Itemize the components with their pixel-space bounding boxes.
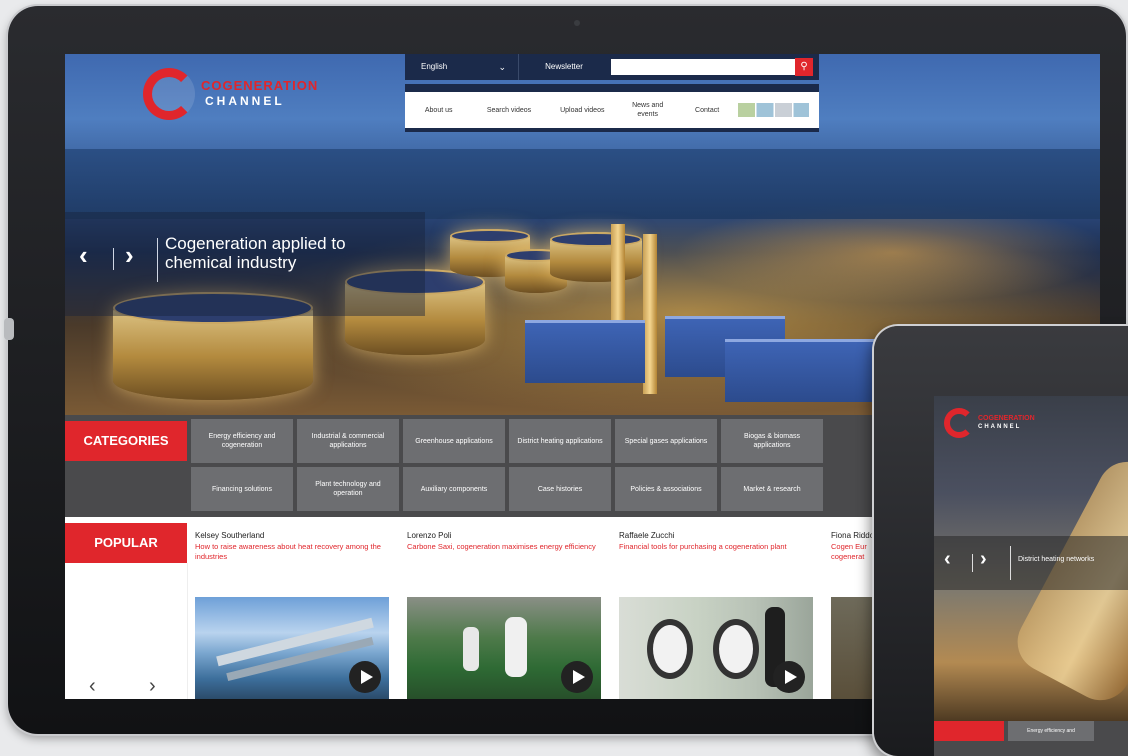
slider-divider <box>157 238 158 282</box>
hero-tank <box>550 232 642 282</box>
tablet-slide-title[interactable]: District heating networks <box>1018 556 1094 563</box>
partner-logo[interactable] <box>737 103 809 117</box>
category-tile[interactable]: Greenhouse applications <box>403 419 505 463</box>
search-icon[interactable]: ⚲ <box>795 58 813 76</box>
logo-c-icon <box>944 408 974 438</box>
popular-prev-icon[interactable]: ‹ <box>89 675 96 698</box>
category-tile[interactable]: Plant technology and operation <box>297 467 399 511</box>
tablet-slider-caption: ‹ › District heating networks <box>934 536 1128 590</box>
top-utility-bar: English ⌄ Newsletter ⚲ <box>405 54 819 80</box>
device-side-button <box>4 318 14 340</box>
nav-search-videos[interactable]: Search videos <box>472 106 545 115</box>
nav-news-and-events[interactable]: News and events <box>619 101 676 119</box>
popular-item[interactable]: Kelsey Southerland How to raise awarenes… <box>195 531 391 562</box>
tablet-categories: Energy efficiency and <box>934 721 1128 756</box>
category-tile[interactable]: Financing solutions <box>191 467 293 511</box>
logo-text-top: COGENERATION <box>201 78 319 93</box>
play-icon[interactable] <box>349 661 381 693</box>
popular-author: Kelsey Southerland <box>195 531 265 540</box>
thumbnail-worker <box>505 617 527 677</box>
category-tile[interactable]: Industrial & commercial applications <box>297 419 399 463</box>
category-tile[interactable]: Biogas & biomass applications <box>721 419 823 463</box>
popular-title[interactable]: Carbone Saxi, cogeneration maximises ene… <box>407 542 603 552</box>
nav-upload-videos[interactable]: Upload videos <box>546 106 619 115</box>
category-tile[interactable]: Energy efficiency and cogeneration <box>191 419 293 463</box>
slider-divider <box>1010 546 1011 580</box>
language-label: English <box>421 62 448 71</box>
slider-divider <box>113 248 114 270</box>
site-logo[interactable]: COGENERATION CHANNEL <box>143 68 317 128</box>
popular-nav: ‹ › <box>65 563 188 699</box>
tablet-device-frame: COGENERATION CHANNEL ‹ › District heatin… <box>874 326 1128 756</box>
popular-label: POPULAR <box>65 523 187 563</box>
tablet-logo-text-bottom: CHANNEL <box>978 424 1022 430</box>
slide-title[interactable]: Cogeneration applied to chemical industr… <box>165 234 365 272</box>
category-tile[interactable]: District heating applications <box>509 419 611 463</box>
popular-item[interactable]: Lorenzo Poli Carbone Saxi, cogeneration … <box>407 531 603 552</box>
category-tile[interactable]: Market & research <box>721 467 823 511</box>
play-icon[interactable] <box>561 661 593 693</box>
tablet-categories-label <box>934 721 1004 741</box>
video-thumbnail[interactable] <box>619 597 813 699</box>
popular-title[interactable]: Financial tools for purchasing a cogener… <box>619 542 815 552</box>
thumbnail-engine <box>647 619 693 679</box>
category-tile[interactable]: Energy efficiency and <box>1008 721 1094 741</box>
language-select[interactable]: English ⌄ <box>405 54 519 80</box>
slider-prev-icon[interactable]: ‹ <box>79 240 88 271</box>
slider-divider <box>972 554 973 572</box>
popular-item[interactable]: Raffaele Zucchi Financial tools for purc… <box>619 531 815 552</box>
play-icon[interactable] <box>773 661 805 693</box>
popular-title[interactable]: How to raise awareness about heat recove… <box>195 542 391 562</box>
logo-c-icon <box>143 68 195 120</box>
slider-next-icon[interactable]: › <box>980 548 987 571</box>
tablet-screen: COGENERATION CHANNEL ‹ › District heatin… <box>934 396 1128 756</box>
chevron-down-icon: ⌄ <box>498 62 506 72</box>
category-tile[interactable]: Policies & associations <box>615 467 717 511</box>
category-tile[interactable]: Case histories <box>509 467 611 511</box>
device-camera <box>574 20 580 26</box>
logo-text-bottom: CHANNEL <box>205 94 285 108</box>
popular-author: Raffaele Zucchi <box>619 531 675 540</box>
hero-sea <box>65 149 1100 219</box>
hero-building <box>525 320 645 383</box>
video-thumbnail[interactable] <box>195 597 389 699</box>
tablet-hero-image: COGENERATION CHANNEL ‹ › District heatin… <box>934 396 1128 721</box>
search-input[interactable] <box>611 59 795 75</box>
nav-contact[interactable]: Contact <box>676 106 737 115</box>
thumbnail-engine <box>713 619 759 679</box>
hero-slider-caption: ‹ › Cogeneration applied to chemical ind… <box>65 212 425 316</box>
main-nav-panel: About us Search videos Upload videos New… <box>405 84 819 132</box>
tablet-logo-text-top: COGENERATION <box>978 415 1035 422</box>
main-nav: About us Search videos Upload videos New… <box>405 92 819 128</box>
hero-chimney <box>611 224 625 334</box>
video-thumbnail[interactable] <box>407 597 601 699</box>
thumbnail-worker <box>463 627 479 671</box>
popular-author: Lorenzo Poli <box>407 531 452 540</box>
slider-prev-icon[interactable]: ‹ <box>944 548 951 571</box>
category-tile[interactable]: Auxiliary components <box>403 467 505 511</box>
hero-chimney <box>643 234 657 394</box>
nav-about-us[interactable]: About us <box>405 106 472 115</box>
categories-label: CATEGORIES <box>65 421 187 461</box>
category-tile[interactable]: Special gases applications <box>615 419 717 463</box>
popular-next-icon[interactable]: › <box>149 675 156 698</box>
newsletter-link[interactable]: Newsletter <box>523 54 605 80</box>
slider-next-icon[interactable]: › <box>125 240 134 271</box>
